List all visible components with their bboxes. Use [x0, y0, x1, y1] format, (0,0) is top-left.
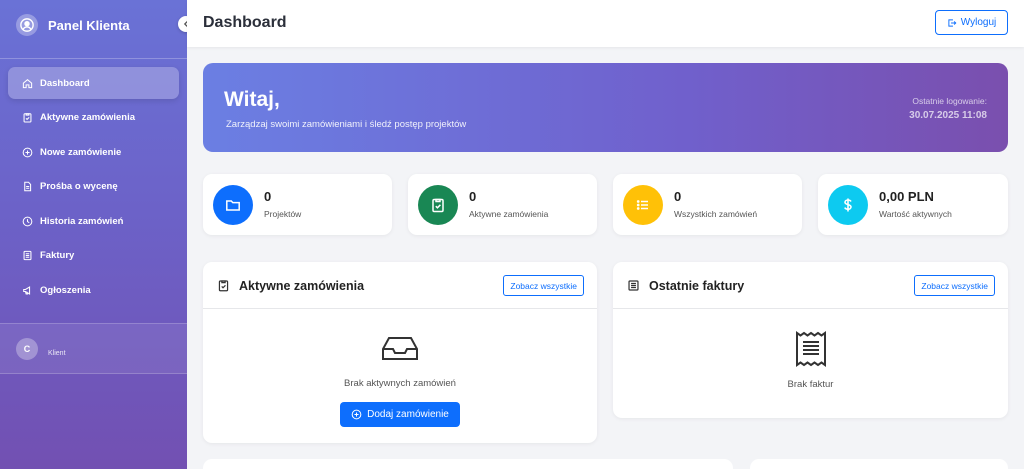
active-orders-panel: Aktywne zamówienia Zobacz wszystkie Brak… — [203, 262, 597, 443]
welcome-banner: Witaj, Zarządzaj swoimi zamówieniami i ś… — [203, 63, 1008, 152]
folder-icon — [213, 185, 253, 225]
view-all-invoices-button[interactable]: Zobacz wszystkie — [914, 275, 995, 296]
receipt-icon — [795, 331, 826, 367]
stat-label: Wszystkich zamówień — [674, 209, 758, 219]
file-text-icon — [24, 182, 32, 192]
dollar-icon — [828, 185, 868, 225]
view-all-orders-button[interactable]: Zobacz wszystkie — [503, 275, 584, 296]
user-role: Klient — [48, 350, 66, 357]
sidebar-item-label: Aktywne zamówienia — [40, 112, 136, 124]
plus-circle-icon — [22, 147, 33, 158]
empty-invoices-text: Brak faktur — [787, 379, 834, 390]
stat-value: 0 — [264, 189, 272, 204]
sidebar-item-label: Prośba o wycenę — [40, 181, 118, 193]
sidebar-item-label: Faktury — [40, 250, 75, 262]
megaphone-icon — [23, 286, 31, 295]
list-icon — [623, 185, 663, 225]
invoices-panel: Ostatnie faktury Zobacz wszystkie Brak f… — [613, 262, 1008, 418]
bottom-card-left — [203, 459, 733, 469]
sidebar-item-active-orders[interactable]: Aktywne zamówienia — [8, 102, 179, 134]
stat-card-all-orders: 0 Wszystkich zamówień — [613, 174, 802, 235]
add-order-button[interactable]: Dodaj zamówienie — [340, 402, 460, 427]
home-icon — [22, 78, 33, 88]
welcome-subtitle: Zarządzaj swoimi zamówieniami i śledź po… — [226, 119, 467, 130]
avatar: C — [16, 337, 38, 360]
sidebar-nav: Dashboard Aktywne zamówienia Nowe zamówi… — [0, 59, 187, 307]
sidebar-item-label: Ogłoszenia — [40, 285, 91, 297]
sidebar-item-new-order[interactable]: Nowe zamówienie — [8, 136, 179, 168]
stat-card-active-value: 0,00 PLN Wartość aktywnych — [818, 174, 1008, 235]
sidebar-item-announcements[interactable]: Ogłoszenia — [8, 275, 179, 307]
sidebar-brand[interactable]: Panel Klienta — [0, 0, 187, 50]
stat-label: Projektów — [264, 209, 302, 219]
clock-icon — [22, 216, 33, 227]
panel-title: Aktywne zamówienia — [239, 279, 365, 293]
topbar: Dashboard Wyloguj — [187, 0, 1024, 47]
stat-value: 0 — [469, 189, 477, 204]
sidebar: Panel Klienta Dashboard Aktywne zamówien… — [0, 0, 194, 469]
inbox-icon — [382, 337, 418, 360]
clipboard-check-icon — [23, 113, 32, 123]
panel-header: Ostatnie faktury Zobacz wszystkie — [613, 262, 1008, 309]
add-order-label: Dodaj zamówienie — [367, 409, 449, 420]
panel-title: Ostatnie faktury — [649, 279, 745, 293]
stat-label: Wartość aktywnych — [879, 209, 952, 219]
logout-label: Wyloguj — [960, 17, 997, 28]
logout-button[interactable]: Wyloguj — [935, 10, 1008, 35]
sidebar-item-label: Nowe zamówienie — [40, 146, 122, 158]
last-login-date: 30.07.2025 11:08 — [909, 110, 987, 121]
sidebar-item-dashboard[interactable]: Dashboard — [8, 67, 179, 99]
user-profile[interactable]: C Klient — [0, 323, 187, 374]
sidebar-item-label: Dashboard — [40, 77, 90, 89]
sidebar-item-invoices[interactable]: Faktury — [8, 240, 179, 272]
brand-title: Panel Klienta — [48, 17, 130, 33]
empty-orders-text: Brak aktywnych zamówień — [344, 378, 456, 389]
panel-header: Aktywne zamówienia Zobacz wszystkie — [203, 262, 597, 309]
stat-label: Aktywne zamówienia — [469, 209, 549, 219]
bottom-card-right — [750, 459, 1008, 469]
clipboard-check-icon — [418, 185, 458, 225]
welcome-title: Witaj, — [224, 88, 280, 111]
last-login-label: Ostatnie logowanie: — [912, 96, 987, 106]
stat-card-projects: 0 Projektów — [203, 174, 392, 235]
clipboard-check-icon — [218, 280, 229, 292]
stat-value: 0 — [674, 189, 682, 204]
plus-circle-icon — [351, 409, 362, 420]
receipt-icon — [628, 280, 639, 291]
logout-icon — [948, 18, 957, 27]
user-circle-icon — [16, 14, 38, 36]
stat-card-active-orders: 0 Aktywne zamówienia — [408, 174, 597, 235]
receipt-icon — [23, 251, 32, 261]
sidebar-item-label: Historia zamówień — [40, 215, 124, 227]
sidebar-item-quote-request[interactable]: Prośba o wycenę — [8, 171, 179, 203]
page-title: Dashboard — [203, 14, 287, 31]
sidebar-item-order-history[interactable]: Historia zamówień — [8, 205, 179, 237]
stat-value: 0,00 PLN — [879, 189, 934, 204]
